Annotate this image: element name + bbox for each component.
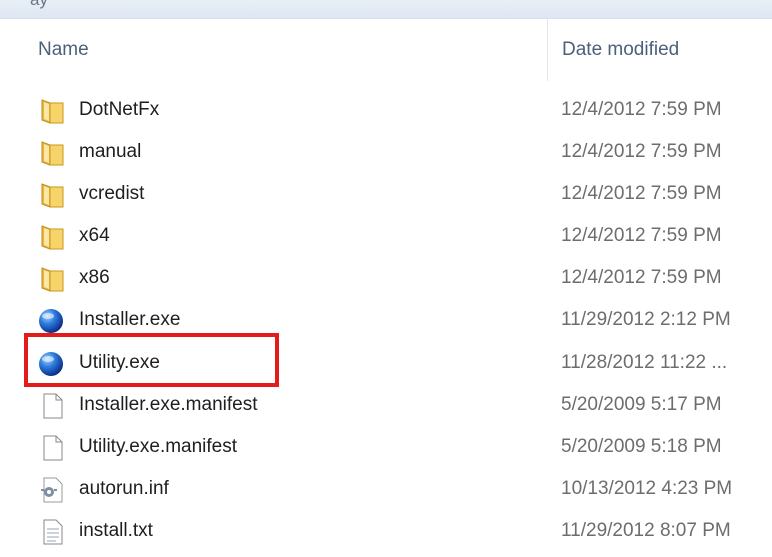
file-date-modified: 11/29/2012 2:12 PM [561, 309, 731, 330]
file-date-modified: 12/4/2012 7:59 PM [561, 267, 722, 288]
folder-icon [38, 140, 66, 166]
globe-exe-icon [38, 308, 66, 334]
file-date-modified: 11/28/2012 11:22 ... [561, 352, 728, 373]
file-row[interactable]: Utility.exe.manifest 5/20/2009 5:18 PM [0, 427, 772, 469]
file-row[interactable]: x86 12/4/2012 7:59 PM [0, 258, 772, 300]
file-date-modified: 10/13/2012 4:23 PM [561, 478, 733, 499]
highlight-box [24, 333, 279, 387]
file-date-modified: 12/4/2012 7:59 PM [561, 141, 722, 162]
folder-icon [38, 224, 66, 250]
blank-file-icon [38, 435, 66, 461]
file-name: x64 [79, 225, 110, 246]
file-date-modified: 12/4/2012 7:59 PM [561, 183, 722, 204]
column-header-name[interactable]: Name [38, 39, 89, 61]
file-date-modified: 5/20/2009 5:18 PM [561, 436, 722, 457]
file-name: install.txt [79, 520, 153, 541]
file-row[interactable]: manual 12/4/2012 7:59 PM [0, 132, 772, 174]
text-file-icon [38, 519, 66, 545]
file-name: Installer.exe.manifest [79, 394, 258, 415]
file-name: Utility.exe.manifest [79, 436, 238, 457]
folder-icon [38, 266, 66, 292]
file-row[interactable]: x64 12/4/2012 7:59 PM [0, 216, 772, 258]
file-date-modified: 11/29/2012 8:07 PM [561, 520, 731, 541]
file-name: manual [79, 141, 142, 162]
file-date-modified: 5/20/2009 5:17 PM [561, 394, 722, 415]
column-header-date-modified[interactable]: Date modified [562, 39, 679, 61]
file-row[interactable]: Installer.exe.manifest 5/20/2009 5:17 PM [0, 385, 772, 427]
settings-file-icon [38, 477, 66, 503]
file-name: autorun.inf [79, 478, 169, 499]
file-name: vcredist [79, 183, 145, 204]
file-date-modified: 12/4/2012 7:59 PM [561, 225, 722, 246]
file-row[interactable]: autorun.inf 10/13/2012 4:23 PM [0, 469, 772, 511]
window-top-strip: ay [0, 0, 772, 19]
folder-icon [38, 98, 66, 124]
column-divider[interactable] [547, 19, 548, 81]
blank-file-icon [38, 393, 66, 419]
file-name: x86 [79, 267, 110, 288]
column-header-bar: Name Date modified [0, 19, 772, 81]
folder-icon [38, 182, 66, 208]
file-row[interactable]: DotNetFx 12/4/2012 7:59 PM [0, 90, 772, 132]
file-name: Installer.exe [79, 309, 181, 330]
clipped-toolbar-text: ay [30, 0, 48, 10]
file-name: DotNetFx [79, 99, 160, 120]
file-row[interactable]: vcredist 12/4/2012 7:59 PM [0, 174, 772, 216]
file-date-modified: 12/4/2012 7:59 PM [561, 99, 722, 120]
file-row[interactable]: install.txt 11/29/2012 8:07 PM [0, 511, 772, 553]
